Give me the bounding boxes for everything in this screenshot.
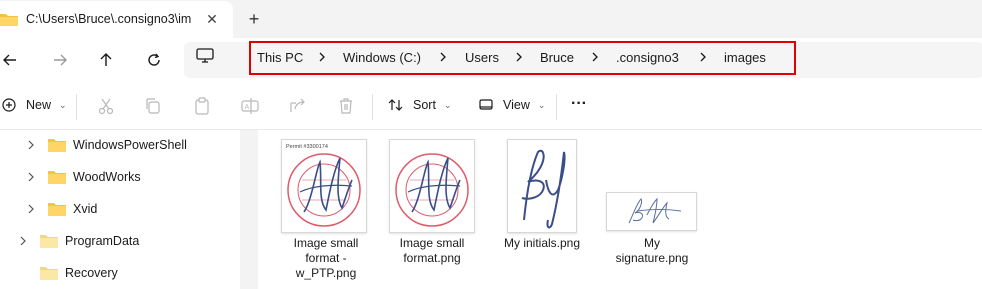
chevron-right-icon[interactable] xyxy=(699,52,707,62)
chevron-down-icon: ⌄ xyxy=(59,99,67,110)
engineer-stamp-image xyxy=(395,153,469,227)
cut-icon[interactable] xyxy=(96,96,116,116)
new-tab-button[interactable]: + xyxy=(244,9,264,29)
file-name-line: Image small xyxy=(293,236,359,250)
folder-icon xyxy=(48,139,66,152)
chevron-right-icon[interactable] xyxy=(26,204,36,214)
sort-button[interactable]: Sort ⌄ xyxy=(388,98,451,112)
chevron-right-icon[interactable] xyxy=(439,52,447,62)
new-button[interactable]: New ⌄ xyxy=(2,98,67,112)
file-thumbnail[interactable] xyxy=(389,139,475,233)
tab-title: C:\Users\Bruce\.consigno3\images xyxy=(26,12,191,26)
close-icon[interactable]: ✕ xyxy=(204,11,220,27)
initials-image xyxy=(521,149,566,229)
chevron-down-icon: ⌄ xyxy=(443,99,452,110)
signature-image xyxy=(628,197,682,224)
tab-active[interactable]: C:\Users\Bruce\.consigno3\images ✕ xyxy=(0,1,233,38)
folder-icon xyxy=(40,267,58,280)
file-name-line: format - xyxy=(305,251,347,265)
svg-text:A: A xyxy=(245,104,250,111)
breadcrumb-item[interactable]: images xyxy=(724,50,766,65)
chevron-right-icon[interactable] xyxy=(318,52,326,62)
sidebar-item-windowspowershell[interactable]: WindowsPowerShell xyxy=(26,133,187,157)
sidebar-item-xvid[interactable]: Xvid xyxy=(26,197,97,221)
chevron-right-icon[interactable] xyxy=(515,52,523,62)
divider xyxy=(372,94,373,120)
sidebar-item-recovery[interactable]: Recovery xyxy=(40,261,118,285)
sidebar-item-label: Xvid xyxy=(73,202,98,216)
file-list: Permit #3300174 Image small format - w_P… xyxy=(258,130,982,289)
permit-caption: Permit #3300174 xyxy=(286,144,328,150)
file-name-line: w_PTP.png xyxy=(295,266,357,280)
chevron-right-icon[interactable] xyxy=(26,172,36,182)
new-button-label: New xyxy=(26,98,52,112)
folder-icon xyxy=(0,11,18,30)
view-button[interactable]: View ⌄ xyxy=(478,98,545,112)
folder-icon xyxy=(48,171,66,184)
view-button-label: View xyxy=(503,98,530,112)
view-icon xyxy=(479,99,493,110)
sort-button-label: Sort xyxy=(413,98,436,112)
file-name: Image small format.png xyxy=(392,236,472,266)
plus-circle-icon xyxy=(2,98,16,112)
breadcrumb-item[interactable]: .consigno3 xyxy=(616,50,679,65)
pane-divider[interactable] xyxy=(240,130,258,289)
file-thumbnail[interactable] xyxy=(507,139,577,233)
this-pc-icon[interactable] xyxy=(196,48,214,67)
breadcrumb-item[interactable]: This PC xyxy=(257,50,303,65)
sidebar-item-label: WoodWorks xyxy=(73,170,141,184)
file-name: Image small format - w_PTP.png xyxy=(286,236,366,281)
file-name-line: My xyxy=(644,236,660,250)
copy-icon[interactable] xyxy=(143,96,163,116)
engineer-stamp-image: Permit #3300174 xyxy=(286,144,361,227)
file-name-line: My initials.png xyxy=(503,236,581,250)
breadcrumb-item[interactable]: Users xyxy=(465,50,499,65)
chevron-right-icon[interactable] xyxy=(26,140,36,150)
chevron-right-icon[interactable] xyxy=(591,52,599,62)
file-name: My initials.png xyxy=(502,236,582,251)
file-name-line: signature.png xyxy=(615,251,689,265)
refresh-icon[interactable] xyxy=(144,50,164,70)
file-name-line: format.png xyxy=(403,251,461,265)
divider xyxy=(76,94,77,120)
divider xyxy=(556,94,557,120)
forward-icon[interactable] xyxy=(50,50,70,70)
folder-icon xyxy=(48,203,66,216)
file-name: My signature.png xyxy=(612,236,692,266)
delete-icon[interactable] xyxy=(336,96,356,116)
back-icon[interactable] xyxy=(0,50,20,70)
file-name-line: Image small xyxy=(399,236,465,250)
sort-icon xyxy=(388,99,403,111)
file-thumbnail[interactable] xyxy=(606,192,697,231)
up-arrow-icon[interactable] xyxy=(96,50,116,70)
share-icon[interactable] xyxy=(288,96,308,116)
folder-icon xyxy=(40,235,58,248)
paste-icon[interactable] xyxy=(192,96,212,116)
tab-strip: C:\Users\Bruce\.consigno3\images ✕ + xyxy=(0,0,982,38)
file-thumbnail[interactable]: Permit #3300174 xyxy=(281,139,367,233)
navigation-pane: WindowsPowerShell WoodWorks Xvid Program… xyxy=(0,130,240,289)
command-bar: New ⌄ A Sort ⌄ View ⌄ ··· xyxy=(0,84,982,130)
sidebar-item-label: WindowsPowerShell xyxy=(73,138,187,152)
sidebar-item-label: Recovery xyxy=(65,266,118,280)
sidebar-item-woodworks[interactable]: WoodWorks xyxy=(26,165,141,189)
rename-icon[interactable]: A xyxy=(240,96,260,116)
more-options-button[interactable]: ··· xyxy=(571,95,587,113)
sidebar-item-label: ProgramData xyxy=(65,234,140,248)
chevron-down-icon: ⌄ xyxy=(537,99,546,110)
breadcrumb-item[interactable]: Bruce xyxy=(540,50,574,65)
chevron-right-icon[interactable] xyxy=(18,236,28,246)
breadcrumb-item[interactable]: Windows (C:) xyxy=(343,50,421,65)
sidebar-item-programdata[interactable]: ProgramData xyxy=(18,229,139,253)
